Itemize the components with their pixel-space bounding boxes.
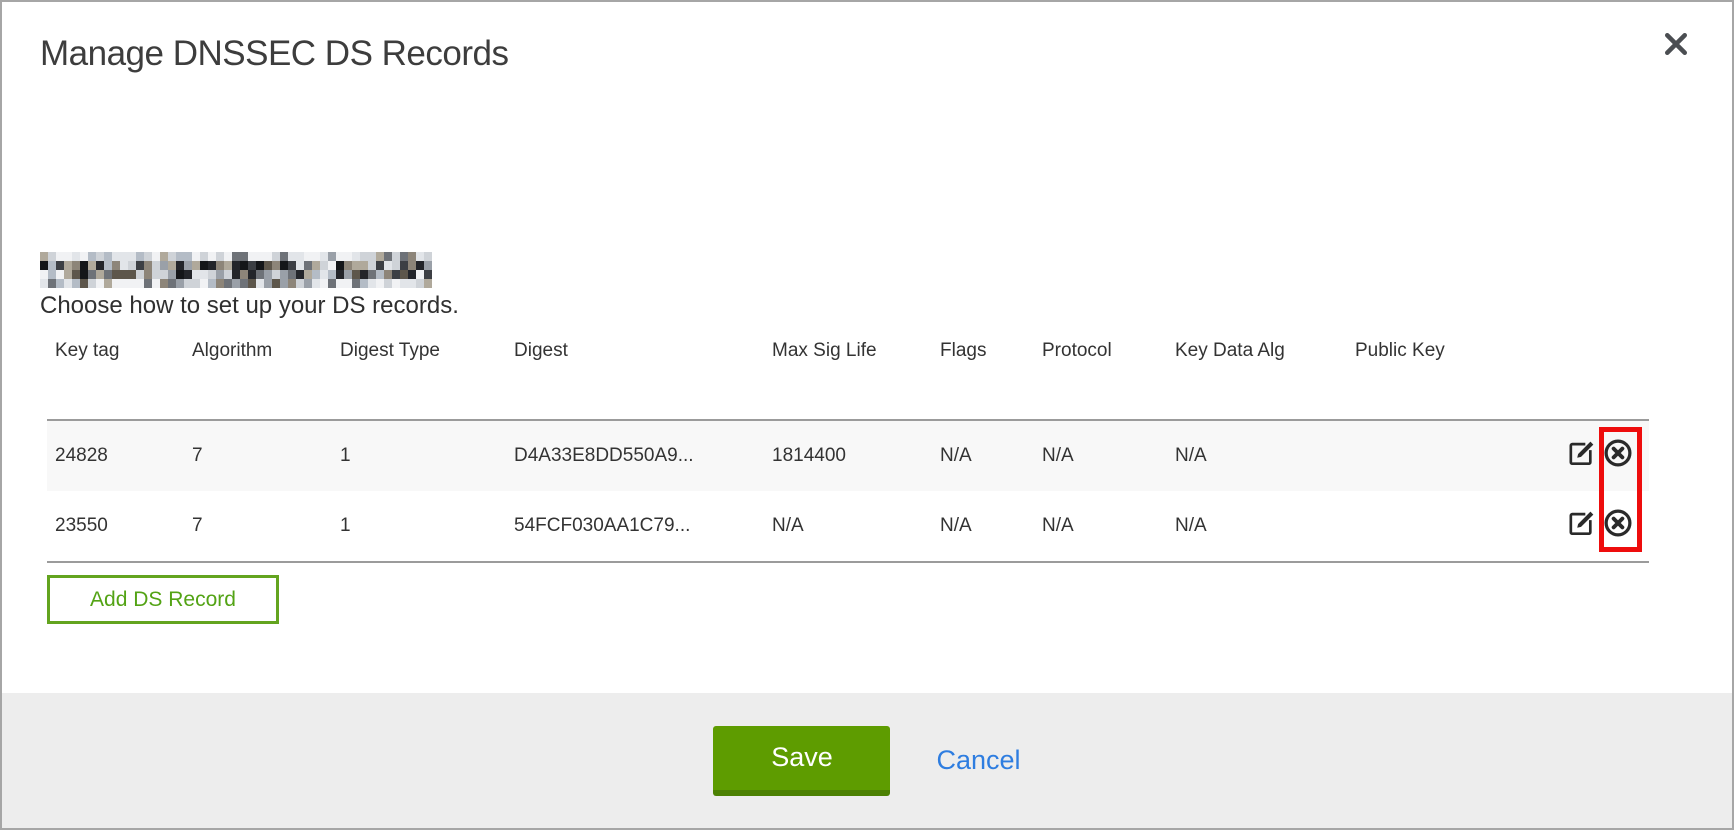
dnssec-dialog: Manage DNSSEC DS Records Choose how to s…	[0, 0, 1734, 830]
save-button[interactable]: Save	[713, 726, 890, 796]
cell-key-tag: 24828	[47, 445, 184, 467]
cell-flags: N/A	[932, 445, 1034, 467]
edit-record-button[interactable]	[1566, 511, 1596, 541]
col-header-key-data-alg: Key Data Alg	[1167, 340, 1347, 362]
circle-x-delete-icon	[1603, 508, 1633, 544]
cell-digest: 54FCF030AA1C79...	[506, 515, 764, 537]
cell-protocol: N/A	[1034, 515, 1167, 537]
cell-max-sig-life: N/A	[764, 515, 932, 537]
ds-records-table: 24828 7 1 D4A33E8DD550A9... 1814400 N/A …	[47, 419, 1649, 563]
redacted-domain	[40, 252, 432, 288]
cell-algorithm: 7	[184, 445, 332, 467]
table-row: 23550 7 1 54FCF030AA1C79... N/A N/A N/A …	[47, 491, 1649, 561]
cell-digest-type: 1	[332, 515, 506, 537]
delete-record-button[interactable]	[1603, 511, 1633, 541]
cell-protocol: N/A	[1034, 445, 1167, 467]
cell-key-tag: 23550	[47, 515, 184, 537]
col-header-digest-type: Digest Type	[332, 340, 506, 362]
table-row: 24828 7 1 D4A33E8DD550A9... 1814400 N/A …	[47, 421, 1649, 491]
cell-key-data-alg: N/A	[1167, 515, 1347, 537]
edit-pencil-icon	[1567, 439, 1596, 474]
col-header-algorithm: Algorithm	[184, 340, 332, 362]
add-ds-record-button[interactable]: Add DS Record	[47, 575, 279, 624]
instruction-text: Choose how to set up your DS records.	[40, 292, 459, 320]
edit-record-button[interactable]	[1566, 441, 1596, 471]
delete-record-button[interactable]	[1603, 441, 1633, 471]
col-header-key-tag: Key tag	[47, 340, 184, 362]
col-header-digest: Digest	[506, 340, 764, 362]
edit-pencil-icon	[1567, 509, 1596, 544]
col-header-public-key: Public Key	[1347, 340, 1554, 362]
table-header-row: Key tag Algorithm Digest Type Digest Max…	[47, 340, 1649, 362]
col-header-max-sig-life: Max Sig Life	[764, 340, 932, 362]
cell-flags: N/A	[932, 515, 1034, 537]
page-title: Manage DNSSEC DS Records	[40, 34, 508, 74]
close-icon	[1661, 29, 1691, 64]
col-header-protocol: Protocol	[1034, 340, 1167, 362]
cell-digest-type: 1	[332, 445, 506, 467]
cell-algorithm: 7	[184, 515, 332, 537]
cancel-link[interactable]: Cancel	[936, 745, 1020, 776]
cell-max-sig-life: 1814400	[764, 445, 932, 467]
close-button[interactable]	[1660, 30, 1692, 62]
dialog-footer: Save Cancel	[2, 693, 1732, 828]
cell-digest: D4A33E8DD550A9...	[506, 445, 764, 467]
cell-key-data-alg: N/A	[1167, 445, 1347, 467]
col-header-flags: Flags	[932, 340, 1034, 362]
circle-x-delete-icon	[1603, 438, 1633, 474]
